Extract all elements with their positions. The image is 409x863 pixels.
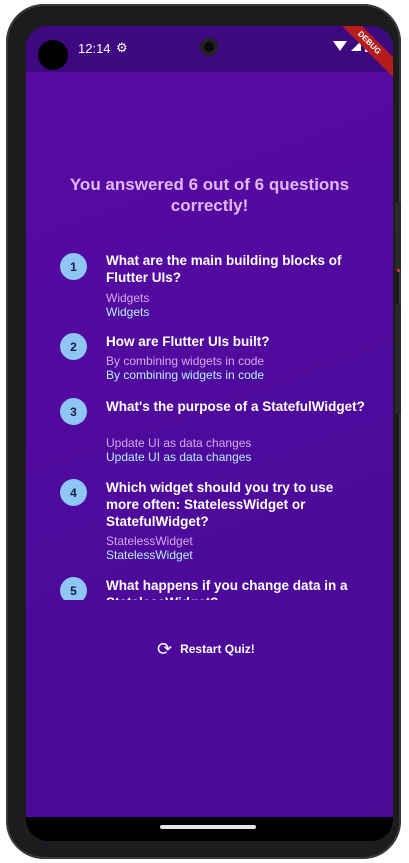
status-time: 12:14 <box>78 41 111 56</box>
user-answer: Widgets <box>106 291 150 305</box>
refresh-icon: ⟳ <box>157 639 173 659</box>
question-number-badge: 5 <box>60 577 87 600</box>
question-text: How are Flutter UIs built? <box>106 334 270 349</box>
correct-answer: Update UI as data changes <box>106 450 252 464</box>
restart-quiz-button[interactable]: ⟳ Restart Quiz! <box>157 637 255 661</box>
question-text: What are the main building blocks of Flu… <box>106 253 342 285</box>
camera-cutout-icon <box>200 38 218 56</box>
correct-answer: StatelessWidget <box>106 548 193 562</box>
question-number-badge: 1 <box>60 253 87 280</box>
home-indicator[interactable] <box>160 825 256 829</box>
restart-label: Restart Quiz! <box>180 642 255 656</box>
status-bar: 12:14 ⚙ DEBUG <box>26 26 393 84</box>
navigation-bar <box>26 817 393 841</box>
phone-frame: 12:14 ⚙ DEBUG You answered 6 out of 6 qu… <box>6 4 401 859</box>
user-answer: Update UI as data changes <box>106 436 252 450</box>
wifi-icon <box>333 41 347 51</box>
question-text: What happens if you change data in a Sta… <box>106 578 348 600</box>
user-answer: By combining widgets in code <box>106 354 265 368</box>
volume-button <box>395 304 401 414</box>
correct-answer: By combining widgets in code <box>106 368 265 382</box>
question-number-badge: 3 <box>60 398 87 425</box>
question-text: Which widget should you try to use more … <box>106 480 334 529</box>
debug-banner: DEBUG <box>328 26 393 84</box>
question-text: What's the purpose of a StatefulWidget? <box>106 399 365 414</box>
power-button <box>395 202 401 272</box>
sensor-dot <box>397 269 400 272</box>
question-number-badge: 4 <box>60 479 87 506</box>
answers-summary-list[interactable]: 1 What are the main building blocks of F… <box>26 248 393 600</box>
question-number-badge: 2 <box>60 333 87 360</box>
app-screen: 12:14 ⚙ DEBUG You answered 6 out of 6 qu… <box>26 26 393 841</box>
user-answer: StatelessWidget <box>106 534 193 548</box>
result-title: You answered 6 out of 6 questions correc… <box>69 175 350 215</box>
front-camera-icon <box>38 40 68 70</box>
correct-answer: Widgets <box>106 305 150 319</box>
settings-gear-icon: ⚙ <box>116 40 128 55</box>
